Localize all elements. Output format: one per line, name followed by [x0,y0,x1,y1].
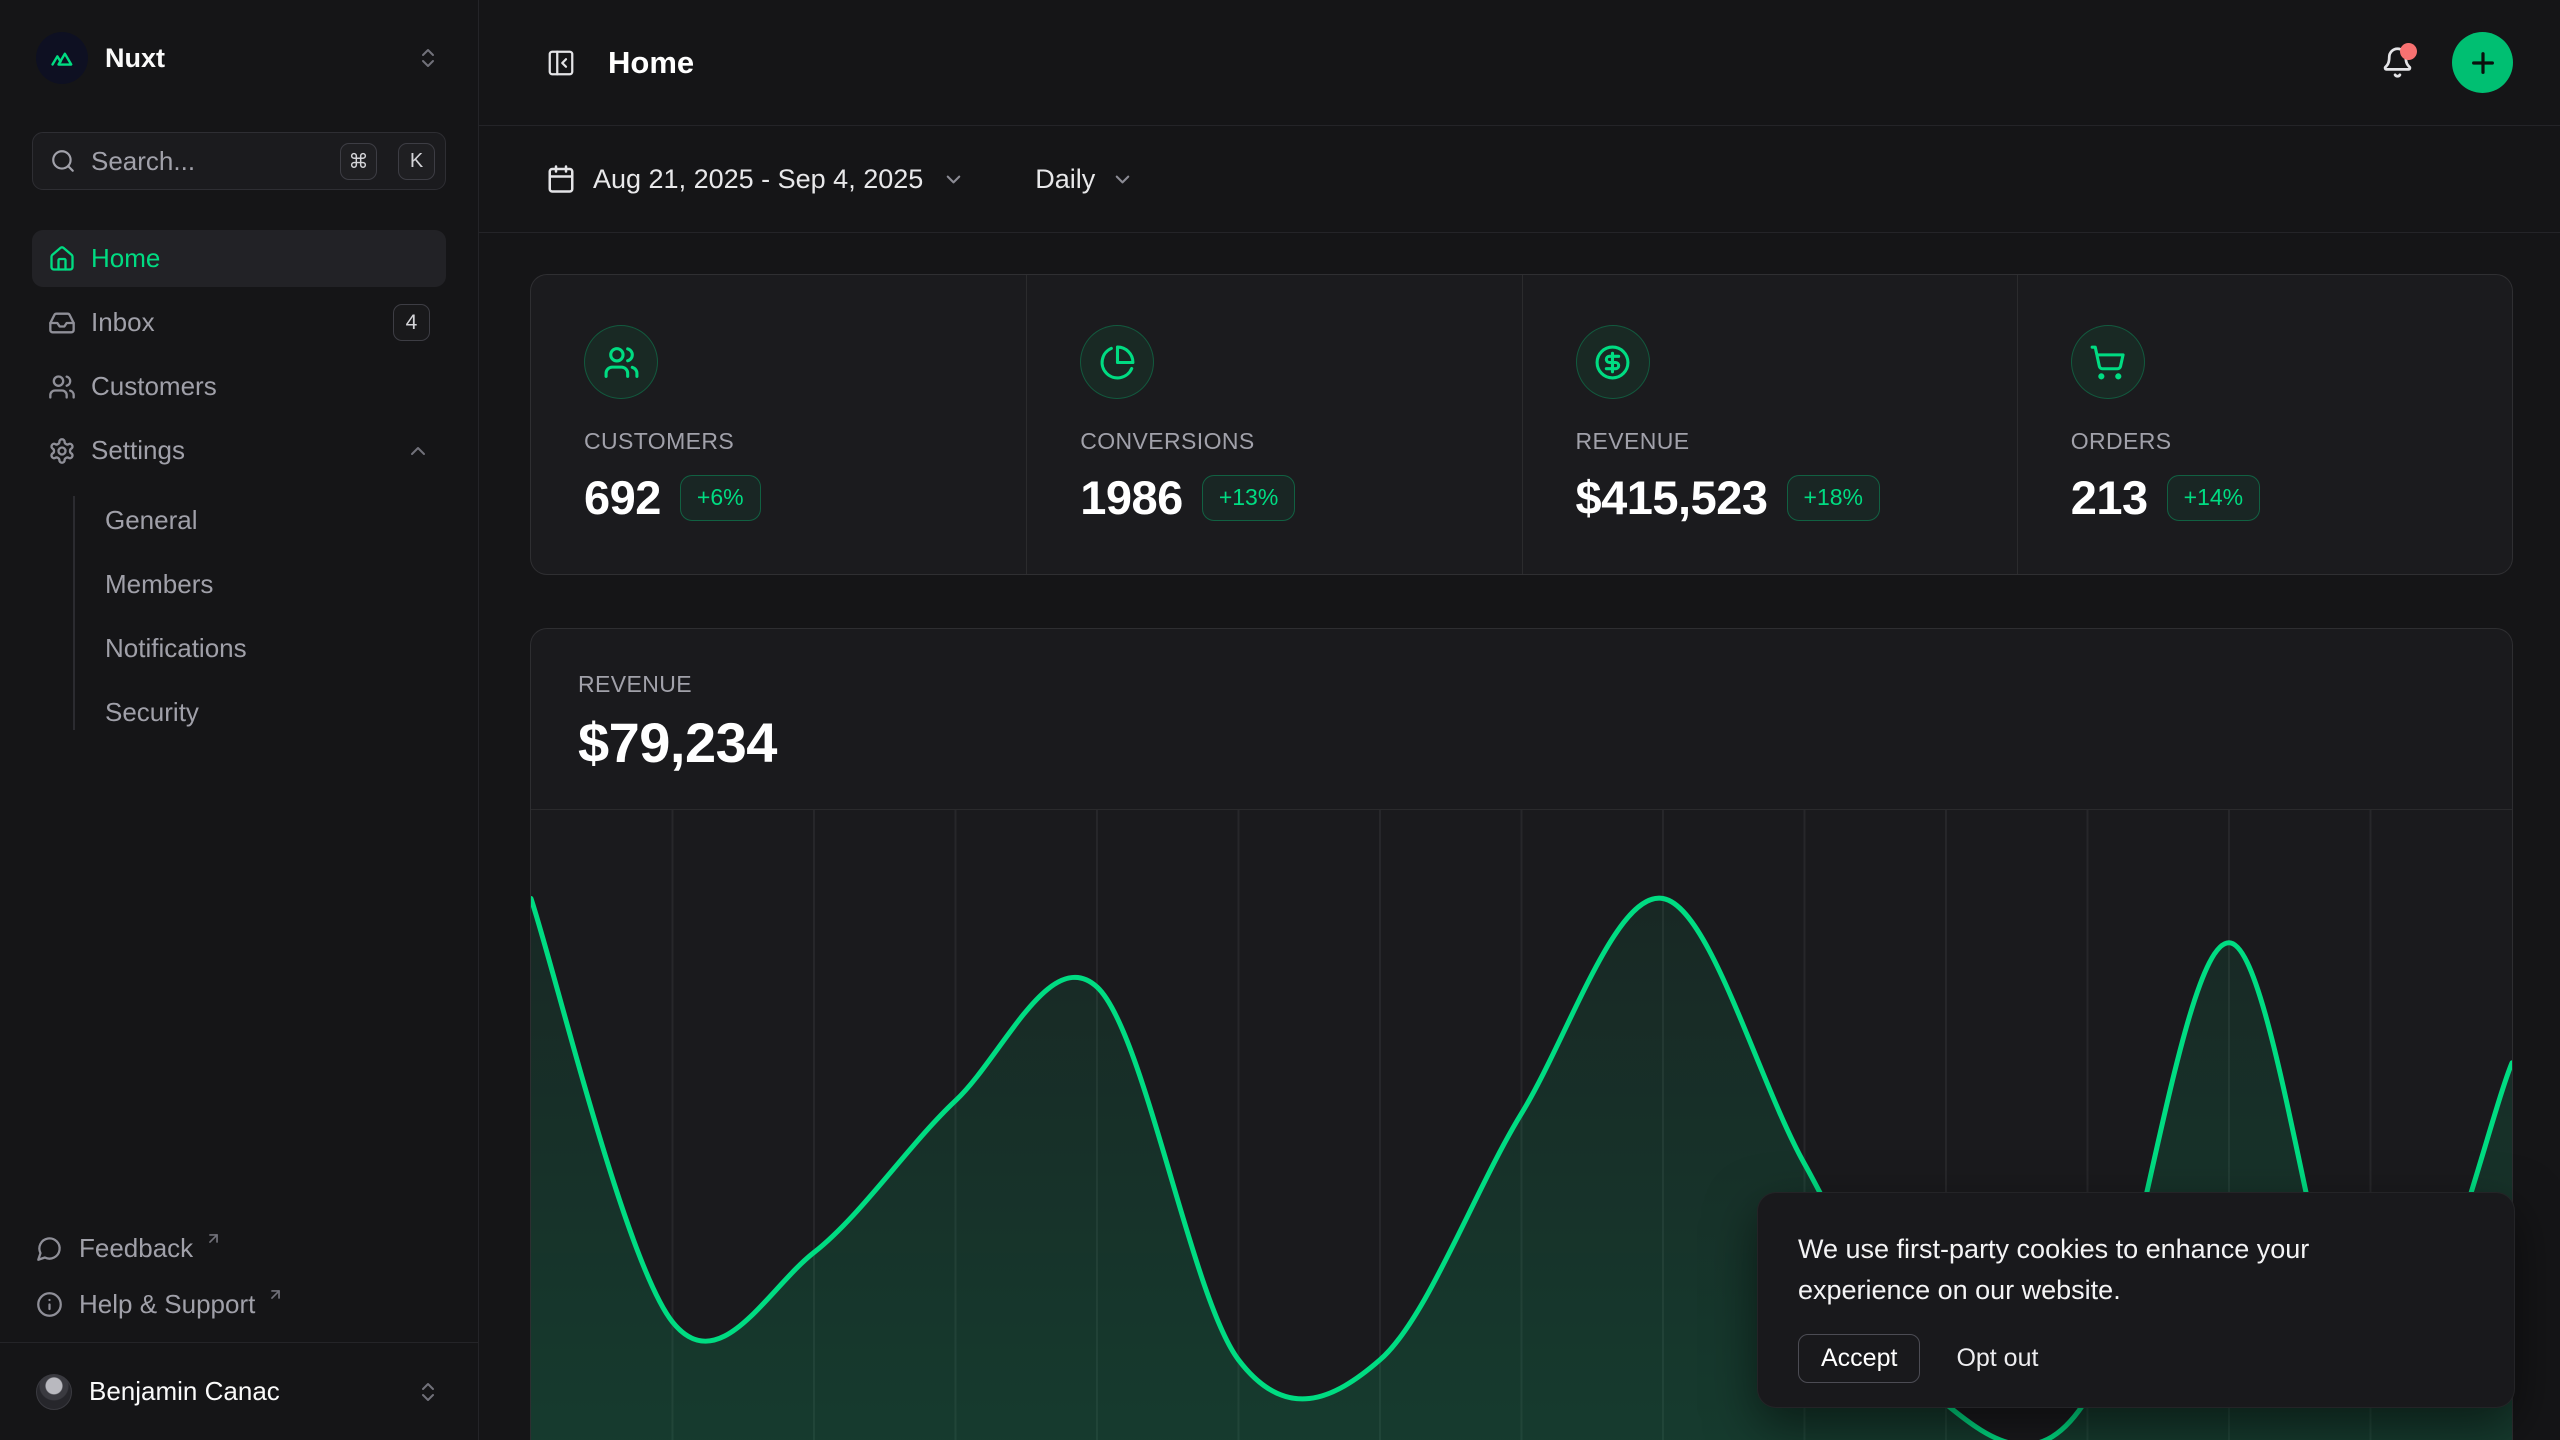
stat-value: 692 [584,470,661,525]
kbd-k: K [398,143,435,180]
sidebar: Nuxt Search... ⌘ K Home Inbox 4 [0,0,479,1440]
revenue-chart-label: REVENUE [578,671,2465,698]
notifications-button[interactable] [2381,46,2414,79]
plus-icon [2467,47,2499,79]
stat-customers[interactable]: CUSTOMERS 692 +6% [531,275,1026,574]
user-name: Benjamin Canac [89,1376,399,1407]
chevron-down-icon [1111,168,1134,191]
stat-conversions[interactable]: CONVERSIONS 1986 +13% [1026,275,1521,574]
workspace-name: Nuxt [105,43,399,74]
stat-delta-badge: +18% [1787,475,1880,521]
inbox-icon [48,309,76,337]
add-button[interactable] [2452,32,2513,93]
chevron-up-icon [406,439,430,463]
info-circle-icon [36,1291,63,1318]
sidebar-nav: Home Inbox 4 Customers Settings [32,230,446,744]
revenue-chart-value: $79,234 [578,710,2465,775]
cookie-message: We use first-party cookies to enhance yo… [1798,1229,2388,1311]
user-menu[interactable]: Benjamin Canac [32,1343,446,1440]
help-support-link[interactable]: Help & Support [32,1276,446,1332]
sidebar-item-inbox[interactable]: Inbox 4 [32,294,446,351]
stat-label: CONVERSIONS [1080,428,1521,455]
users-icon [48,373,76,401]
page-title: Home [608,45,694,81]
granularity-value: Daily [1035,164,1095,195]
subnav-guide-line [73,496,75,730]
search-placeholder: Search... [91,146,325,177]
filter-row: Aug 21, 2025 - Sep 4, 2025 Daily [479,126,2560,233]
stat-delta-badge: +14% [2167,475,2260,521]
inbox-count-badge: 4 [393,304,430,341]
stat-revenue[interactable]: REVENUE $415,523 +18% [1522,275,2017,574]
sidebar-item-security[interactable]: Security [105,680,446,744]
search-input[interactable]: Search... ⌘ K [32,132,446,190]
dollar-circle-icon [1576,325,1650,399]
stats-card: CUSTOMERS 692 +6% CONVERSIONS 1986 +13% … [530,274,2513,575]
calendar-icon [546,164,576,194]
topbar-actions [2381,32,2513,93]
chevrons-up-down-icon [416,1380,440,1404]
stat-label: CUSTOMERS [584,428,1026,455]
topbar: Home [479,0,2560,126]
workspace-switcher[interactable]: Nuxt [32,26,446,90]
sidebar-item-notifications[interactable]: Notifications [105,616,446,680]
sidebar-item-settings[interactable]: Settings [32,422,446,479]
home-icon [48,245,76,273]
sidebar-item-label: Customers [91,371,217,402]
footer-link-label: Feedback [79,1233,193,1264]
collapse-sidebar-icon[interactable] [546,48,576,78]
sidebar-item-label: Settings [91,435,185,466]
external-link-icon [267,1286,284,1303]
settings-subnav: General Members Notifications Security [32,488,446,744]
sidebar-item-members[interactable]: Members [105,552,446,616]
notification-dot [2400,43,2417,60]
stat-delta-badge: +13% [1202,475,1295,521]
stat-label: REVENUE [1576,428,2017,455]
sub-item-label: Notifications [105,633,247,664]
shopping-cart-icon [2071,325,2145,399]
search-icon [50,148,76,174]
feedback-link[interactable]: Feedback [32,1220,446,1276]
stat-delta-badge: +6% [680,475,761,521]
avatar [36,1374,72,1410]
footer-link-label: Help & Support [79,1289,255,1320]
stat-value: 1986 [1080,470,1183,525]
stat-orders[interactable]: ORDERS 213 +14% [2017,275,2512,574]
external-link-icon [205,1230,222,1247]
pie-chart-icon [1080,325,1154,399]
users-circle-icon [584,325,658,399]
sidebar-item-label: Home [91,243,160,274]
granularity-select[interactable]: Daily [1035,164,1134,195]
stat-value: 213 [2071,470,2148,525]
date-range-picker[interactable]: Aug 21, 2025 - Sep 4, 2025 [546,164,965,195]
chevrons-up-down-icon [416,46,440,70]
sidebar-item-general[interactable]: General [105,488,446,552]
date-range-value: Aug 21, 2025 - Sep 4, 2025 [593,164,923,195]
nuxt-logo-icon [36,32,88,84]
gear-icon [48,437,76,465]
accept-cookies-button[interactable]: Accept [1798,1334,1920,1383]
sidebar-item-customers[interactable]: Customers [32,358,446,415]
stat-label: ORDERS [2071,428,2512,455]
sub-item-label: General [105,505,198,536]
chevron-down-icon [942,168,965,191]
cookie-banner: We use first-party cookies to enhance yo… [1757,1192,2515,1408]
kbd-command: ⌘ [340,143,377,180]
sub-item-label: Security [105,697,199,728]
sidebar-item-home[interactable]: Home [32,230,446,287]
message-bubble-icon [36,1235,63,1262]
sidebar-footer: Feedback Help & Support Benjamin Canac [32,1220,446,1440]
optout-cookies-button[interactable]: Opt out [1956,1335,2038,1382]
sidebar-item-label: Inbox [91,307,155,338]
sub-item-label: Members [105,569,213,600]
stat-value: $415,523 [1576,470,1768,525]
